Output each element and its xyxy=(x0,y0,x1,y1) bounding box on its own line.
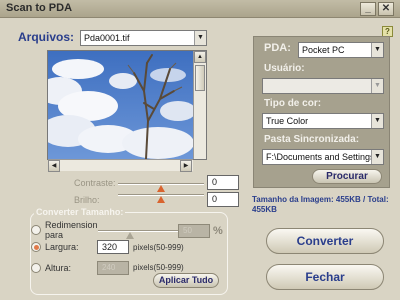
preview-vertical-scrollbar[interactable]: ▲ xyxy=(193,51,206,159)
brightness-input[interactable]: 0 xyxy=(207,192,239,207)
vertical-scroll-thumb[interactable] xyxy=(195,65,205,91)
image-size-info: Tamanho da Imagem: 455KB / Total: 455KB xyxy=(252,195,389,214)
scroll-left-icon[interactable]: ◀ xyxy=(48,160,60,172)
sync-folder-value: F:\Documents and Settings xyxy=(266,152,375,162)
width-input[interactable]: 320 xyxy=(97,240,129,254)
image-preview-frame xyxy=(47,50,207,160)
resize-height-radio[interactable] xyxy=(31,263,41,273)
close-button[interactable]: Fechar xyxy=(266,264,384,290)
brightness-label: Brilho: xyxy=(74,195,100,205)
apply-all-button[interactable]: Aplicar Tudo xyxy=(153,273,219,288)
height-label: Altura: xyxy=(45,263,72,273)
resize-group-title: Converter Tamanho: xyxy=(34,207,126,217)
resize-width-radio[interactable] xyxy=(31,242,41,252)
sync-folder-label: Pasta Sincronizada: xyxy=(264,134,360,145)
files-label: Arquivos: xyxy=(18,30,75,44)
chevron-down-icon[interactable]: ▼ xyxy=(194,31,206,45)
window-title: Scan to PDA xyxy=(6,2,73,14)
contrast-label: Contraste: xyxy=(74,178,116,188)
height-units-label: pixels(50-999) xyxy=(133,263,184,272)
scanned-image-preview xyxy=(48,51,193,159)
color-type-select[interactable]: True Color ▼ xyxy=(262,113,384,129)
pda-label: PDA: xyxy=(264,42,291,54)
resize-percent-slider-thumb xyxy=(126,232,134,239)
app-window: Scan to PDA _ ✕ ? Arquivos: Pda0001.tif … xyxy=(0,0,400,300)
user-select[interactable]: ▼ xyxy=(262,78,384,94)
close-window-button[interactable]: ✕ xyxy=(378,2,394,16)
chevron-down-icon[interactable]: ▼ xyxy=(371,79,383,93)
preview-horizontal-scrollbar[interactable]: ◀ ▶ xyxy=(48,159,193,172)
chevron-down-icon[interactable]: ▼ xyxy=(371,43,383,57)
pda-panel xyxy=(253,36,390,188)
width-label: Largura: xyxy=(45,242,79,252)
title-bar[interactable]: Scan to PDA _ ✕ xyxy=(0,0,400,18)
height-input: 240 xyxy=(97,261,129,275)
color-type-label: Tipo de cor: xyxy=(264,98,322,109)
resize-percent-radio[interactable] xyxy=(31,225,41,235)
color-type-value: True Color xyxy=(266,116,309,126)
file-select-value: Pda0001.tif xyxy=(84,33,130,43)
resize-percent-label: Redimension para xyxy=(45,220,98,240)
browse-button[interactable]: Procurar xyxy=(312,169,382,184)
brightness-slider-thumb[interactable] xyxy=(157,196,165,203)
sync-folder-select[interactable]: F:\Documents and Settings ▼ xyxy=(262,149,384,165)
minimize-button[interactable]: _ xyxy=(360,2,376,16)
file-select[interactable]: Pda0001.tif ▼ xyxy=(80,30,207,46)
chevron-down-icon[interactable]: ▼ xyxy=(371,150,383,164)
contrast-slider-thumb[interactable] xyxy=(157,185,165,192)
contrast-input[interactable]: 0 xyxy=(207,175,239,190)
pda-select-value: Pocket PC xyxy=(302,45,345,55)
convert-button[interactable]: Converter xyxy=(266,228,384,254)
width-units-label: pixels(50-999) xyxy=(133,243,184,252)
chevron-down-icon[interactable]: ▼ xyxy=(371,114,383,128)
user-label: Usuário: xyxy=(264,63,305,74)
percent-symbol: % xyxy=(213,225,223,237)
scroll-up-icon[interactable]: ▲ xyxy=(194,51,206,63)
scroll-right-icon[interactable]: ▶ xyxy=(180,160,192,172)
resize-percent-slider-track xyxy=(98,230,186,232)
pda-select[interactable]: Pocket PC ▼ xyxy=(298,42,384,58)
resize-percent-input: 50 xyxy=(178,224,210,238)
